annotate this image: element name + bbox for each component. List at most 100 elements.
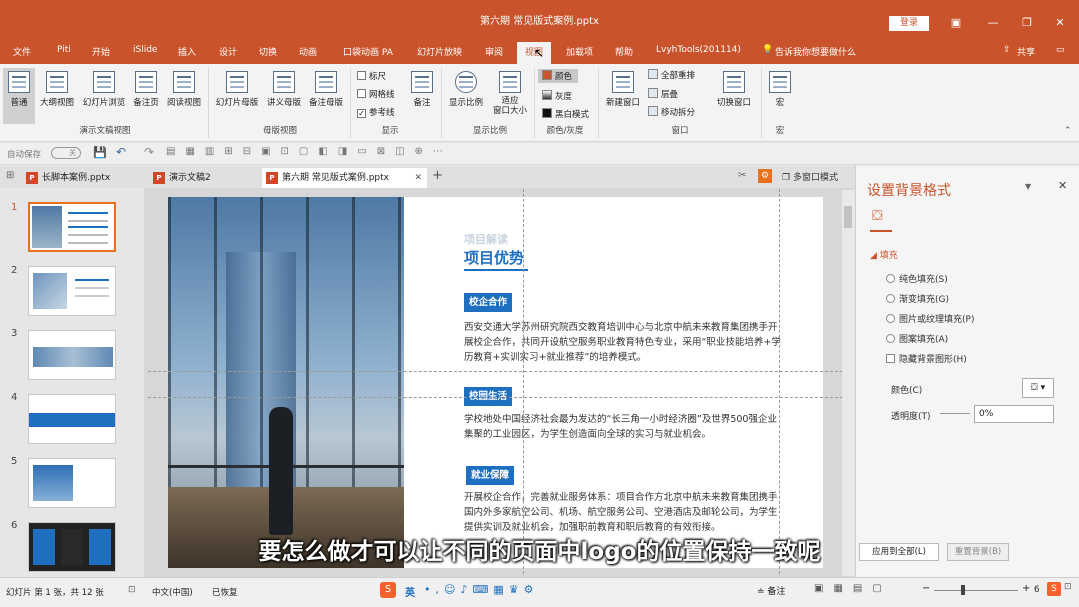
- gradient-fill-radio[interactable]: 渐变填充(G): [886, 292, 949, 305]
- solid-fill-radio[interactable]: 纯色填充(S): [886, 272, 948, 285]
- tab-addins[interactable]: 加载项: [566, 45, 593, 58]
- slide-thumbnail-2[interactable]: [28, 266, 116, 316]
- new-tab-icon[interactable]: +: [432, 168, 443, 183]
- share-button[interactable]: 共享: [1017, 45, 1035, 58]
- fill-section-header[interactable]: ◢ 填充: [870, 248, 898, 261]
- doc-tab-1[interactable]: P 长脚本案例.pptx: [22, 168, 146, 188]
- ribbon-display-icon[interactable]: ▣: [946, 14, 966, 32]
- notes-toggle[interactable]: ≐ 备注: [757, 584, 785, 597]
- tab-pocket-animation[interactable]: 口袋动画 PA: [343, 45, 393, 58]
- tab-piti[interactable]: Piti: [57, 45, 71, 55]
- canvas-scrollbar[interactable]: [842, 190, 854, 576]
- redo-icon[interactable]: ↷: [144, 145, 154, 159]
- tab-slideshow[interactable]: 幻灯片放映: [417, 45, 462, 58]
- normal-view-button[interactable]: 普通: [3, 68, 35, 124]
- cascade-button[interactable]: 层叠: [648, 88, 678, 100]
- vertical-guide[interactable]: [523, 189, 524, 574]
- doc-tab-2[interactable]: P 演示文稿2: [149, 168, 259, 188]
- slide-thumbnail-3[interactable]: [28, 330, 116, 380]
- arrange-all-button[interactable]: 全部重排: [648, 69, 695, 81]
- zoom-in-icon[interactable]: +: [1022, 583, 1030, 594]
- tab-help[interactable]: 帮助: [615, 45, 633, 58]
- switch-window-button[interactable]: 切换窗口: [712, 68, 756, 108]
- slide-editor[interactable]: 项目解读 项目优势 校企合作 西安交通大学苏州研究院西交教育培训中心与北京中航未…: [148, 189, 848, 574]
- slide-thumbnail-1[interactable]: [28, 202, 116, 252]
- tab-review[interactable]: 审阅: [485, 45, 503, 58]
- pane-close-icon[interactable]: ✕: [1058, 179, 1067, 192]
- qat-tools-icons[interactable]: ▤▦▥⊞⊟▣⊡▢◧◨▭⊠◫⊕⋯: [166, 146, 453, 157]
- black-white-button[interactable]: 黑白模式: [538, 107, 593, 121]
- pattern-fill-radio[interactable]: 图案填充(A): [886, 332, 948, 345]
- view-buttons-icons[interactable]: ▣▦▤▢: [814, 583, 892, 594]
- autosave-toggle[interactable]: 关: [51, 147, 81, 159]
- hide-bg-graphics-checkbox[interactable]: 隐藏背景图形(H): [886, 352, 967, 365]
- move-split-button[interactable]: 移动拆分: [648, 106, 695, 118]
- gridlines-checkbox[interactable]: 网格线: [357, 88, 395, 100]
- notes-button[interactable]: 备注: [408, 68, 436, 108]
- transparency-slider[interactable]: [940, 413, 970, 414]
- new-window-button[interactable]: 新建窗口: [603, 68, 643, 108]
- restore-icon[interactable]: ❐: [1017, 14, 1037, 32]
- transparency-input[interactable]: 0%: [974, 405, 1054, 423]
- horizontal-guide[interactable]: [148, 371, 848, 372]
- notes-master-button[interactable]: 备注母版: [306, 68, 346, 108]
- collapse-ribbon-icon[interactable]: ⌃: [1064, 126, 1072, 136]
- tab-home[interactable]: 开始: [92, 45, 110, 58]
- zoom-slider-thumb[interactable]: [961, 585, 965, 595]
- tab-design[interactable]: 设计: [219, 45, 237, 58]
- zoom-value[interactable]: 6: [1034, 585, 1039, 595]
- sogou-tray-icon[interactable]: S: [1047, 582, 1061, 596]
- login-button[interactable]: 登录: [889, 16, 929, 31]
- tab-transitions[interactable]: 切换: [259, 45, 277, 58]
- fit-slide-icon[interactable]: ⊡: [1064, 582, 1072, 592]
- grayscale-button[interactable]: 灰度: [538, 89, 576, 103]
- horizontal-guide[interactable]: [148, 397, 848, 398]
- color-mode-button[interactable]: 颜色: [538, 69, 578, 83]
- minimize-icon[interactable]: —: [983, 14, 1003, 32]
- zoom-slider[interactable]: [934, 590, 1018, 591]
- color-picker-button[interactable]: ⛋ ▾: [1022, 378, 1054, 398]
- tab-menu-icon[interactable]: ⊞: [6, 170, 14, 181]
- ruler-checkbox[interactable]: 标尺: [357, 70, 386, 82]
- spellcheck-icon[interactable]: ⊡: [128, 585, 136, 595]
- reading-view-button[interactable]: 阅读视图: [164, 68, 204, 108]
- close-icon[interactable]: ✕: [1050, 14, 1070, 32]
- tab-file[interactable]: 文件: [13, 45, 31, 58]
- outline-view-button[interactable]: 大纲视图: [38, 68, 76, 108]
- tab-insert[interactable]: 插入: [178, 45, 196, 58]
- ime-mode[interactable]: 英: [405, 584, 415, 599]
- close-tab-icon[interactable]: ✕: [414, 168, 422, 188]
- settings-gear-icon[interactable]: ⚙: [758, 169, 772, 183]
- sogou-ime-icon[interactable]: S: [380, 582, 396, 598]
- slide-thumbnail-5[interactable]: [28, 458, 116, 508]
- ime-toolbar-icons[interactable]: •,☺♪⌨▦♛⚙: [424, 583, 538, 596]
- fill-bucket-icon[interactable]: ⛋: [872, 208, 883, 224]
- scrollbar-thumb[interactable]: [844, 206, 852, 228]
- guides-checkbox[interactable]: ✓ 参考线: [357, 106, 395, 118]
- doc-tab-3-active[interactable]: P 第六期 常见版式案例.pptx ✕: [262, 168, 427, 188]
- pane-options-icon[interactable]: ▼: [1025, 182, 1031, 191]
- undo-icon[interactable]: ↶: [116, 145, 126, 159]
- tell-me-search[interactable]: 告诉我你想要做什么: [775, 45, 856, 58]
- zoom-button[interactable]: 显示比例: [446, 68, 486, 108]
- fit-to-window-button[interactable]: 适应 窗口大小: [490, 68, 530, 116]
- tab-animations[interactable]: 动画: [299, 45, 317, 58]
- picture-fill-radio[interactable]: 图片或纹理填充(P): [886, 312, 974, 325]
- notes-page-button[interactable]: 备注页: [131, 68, 161, 108]
- macro-button[interactable]: 宏: [766, 68, 794, 108]
- slide-thumbnail-4[interactable]: [28, 394, 116, 444]
- slide-master-button[interactable]: 幻灯片母版: [212, 68, 262, 108]
- vertical-guide[interactable]: [779, 189, 780, 574]
- comments-icon[interactable]: ▭: [1056, 45, 1065, 55]
- show-group-label: 显示: [381, 126, 399, 136]
- pin-icon[interactable]: ✂: [738, 170, 746, 181]
- language-status[interactable]: 中文(中国): [152, 586, 193, 598]
- separator: [534, 68, 535, 138]
- tab-islide[interactable]: iSlide: [133, 45, 157, 55]
- slide-sorter-button[interactable]: 幻灯片浏览: [80, 68, 128, 108]
- zoom-out-icon[interactable]: −: [922, 583, 930, 594]
- handout-master-button[interactable]: 讲义母版: [264, 68, 304, 108]
- save-icon[interactable]: 💾: [93, 146, 107, 159]
- multi-window-button[interactable]: ❐ 多窗口模式: [782, 170, 838, 183]
- tab-lvyhtools[interactable]: LvyhTools(201114): [656, 45, 741, 55]
